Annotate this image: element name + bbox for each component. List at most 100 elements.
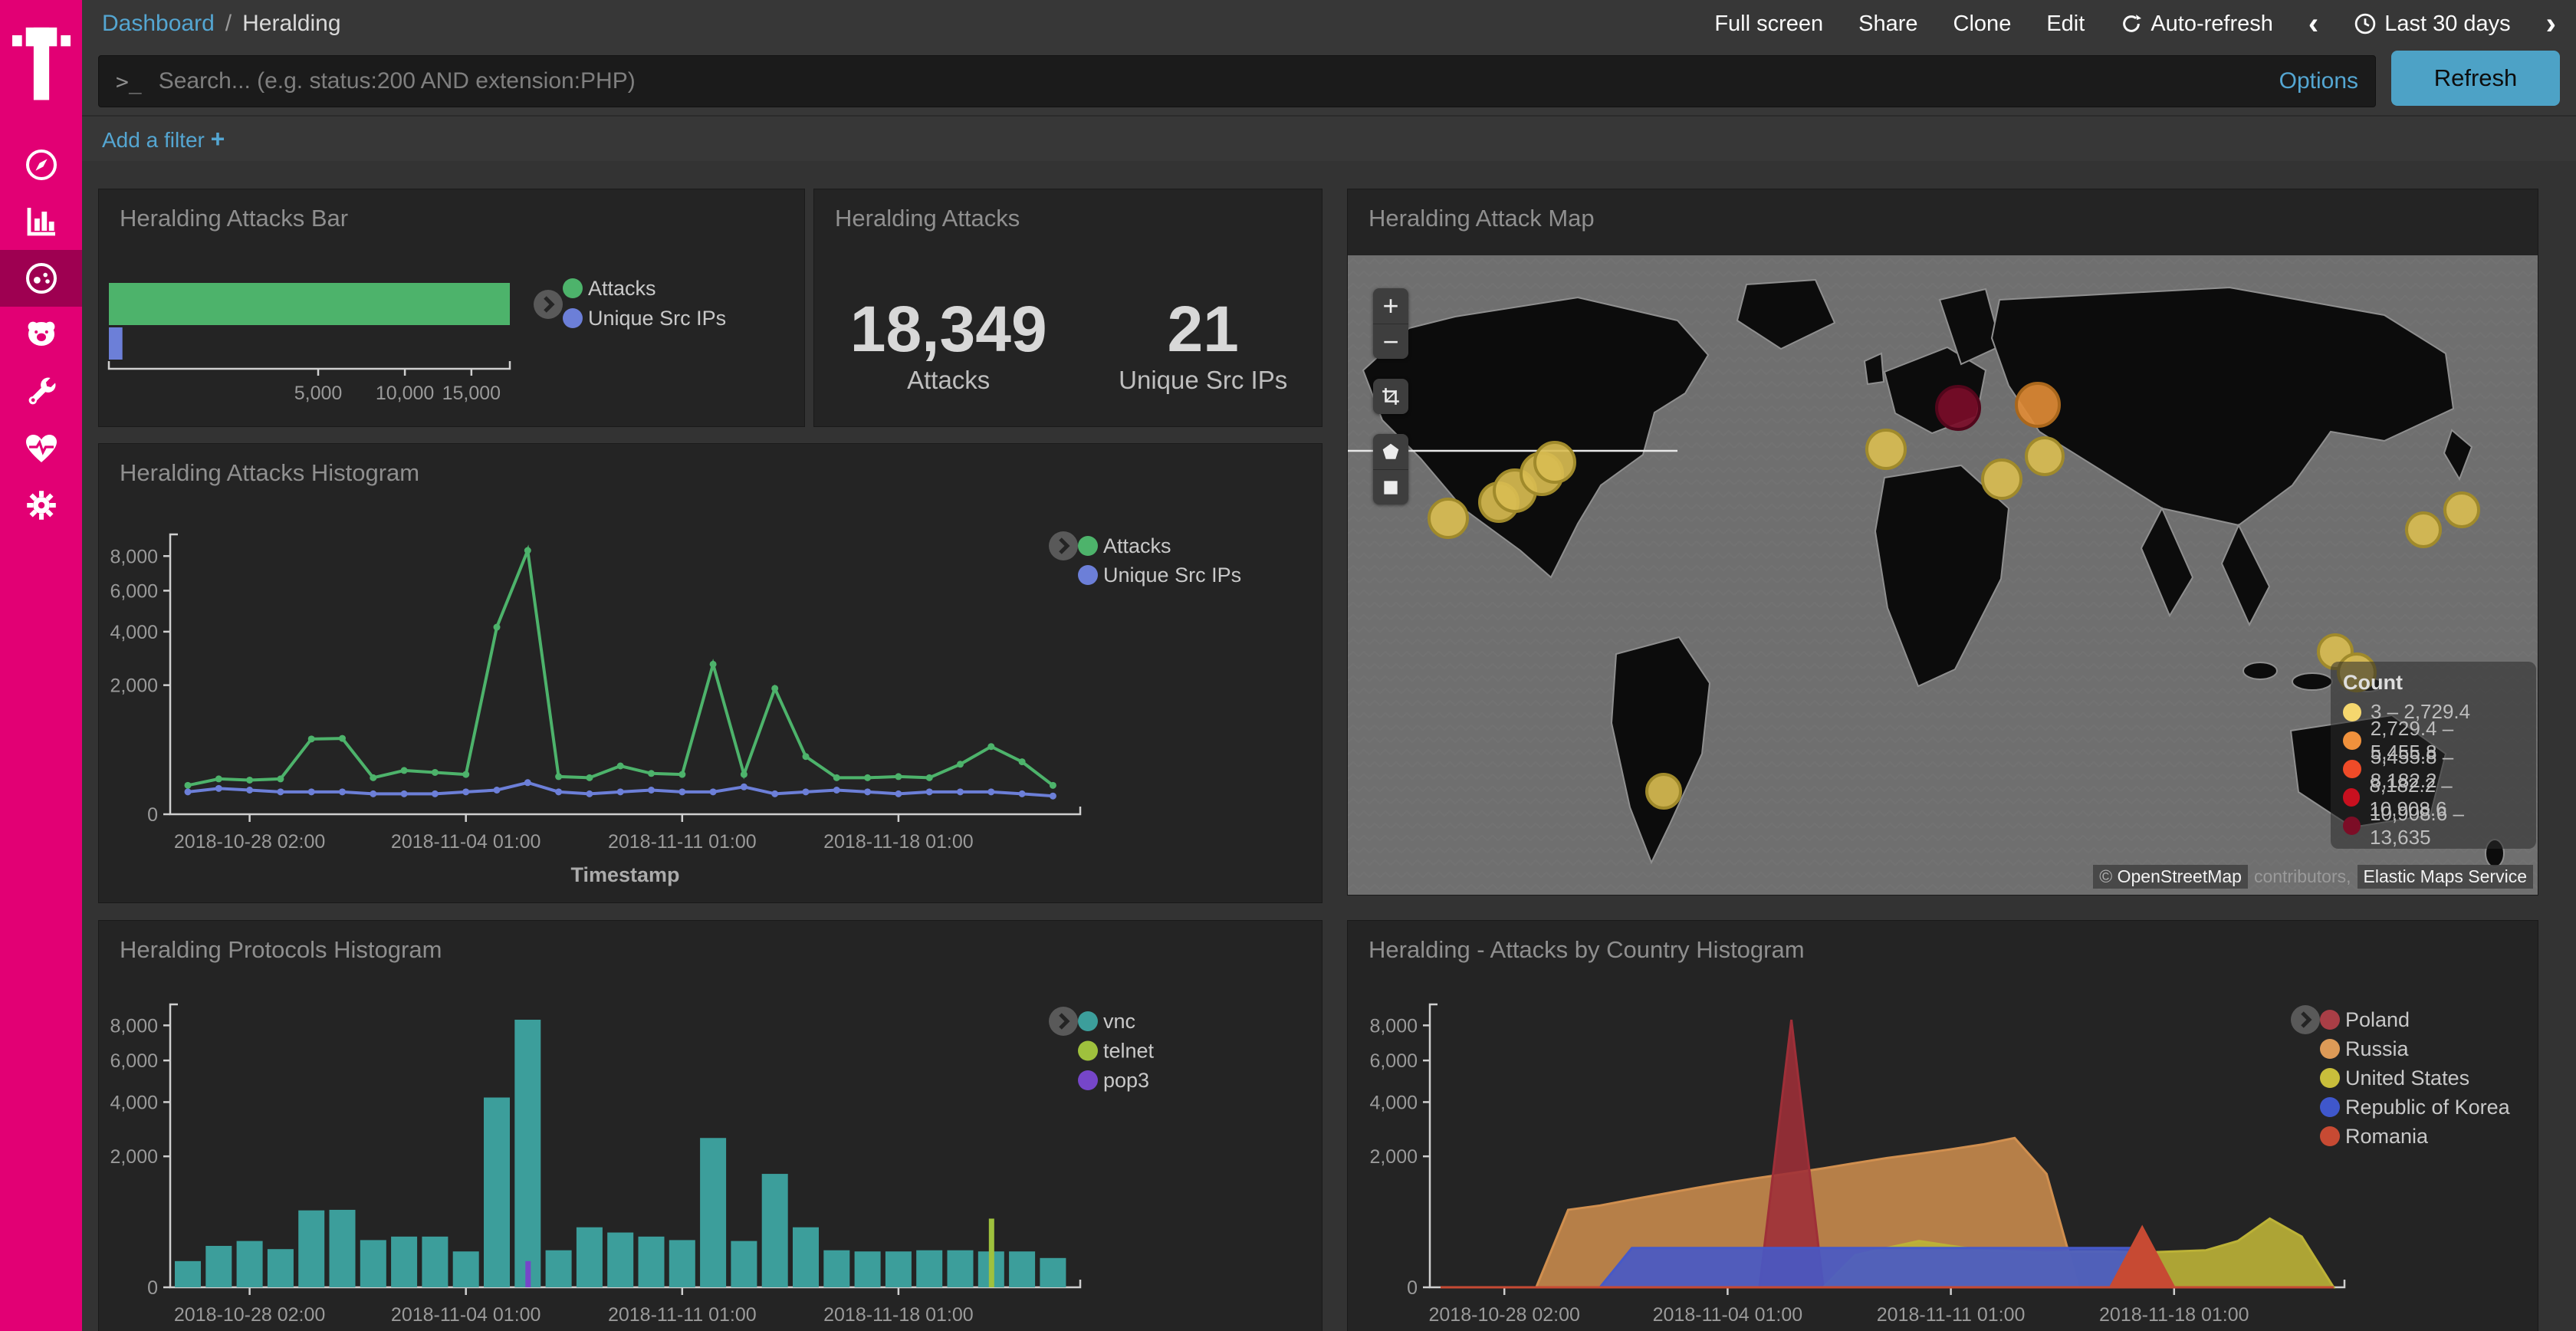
- bar-vnc[interactable]: [855, 1251, 881, 1287]
- bar-vnc[interactable]: [175, 1261, 201, 1287]
- zoom-in-button[interactable]: +: [1373, 288, 1408, 324]
- sidebar-item-visualize[interactable]: [0, 193, 82, 250]
- search-box[interactable]: >_ Options: [98, 55, 2376, 107]
- zoom-out-button[interactable]: −: [1373, 324, 1408, 359]
- bar-Unique Src IPs[interactable]: [109, 327, 123, 360]
- telekom-logo[interactable]: [0, 0, 82, 115]
- bar-vnc[interactable]: [948, 1250, 974, 1287]
- legend-expand-icon[interactable]: [534, 290, 563, 319]
- bar-vnc[interactable]: [762, 1174, 788, 1287]
- legend-dot[interactable]: [1078, 1011, 1098, 1031]
- legend-dot[interactable]: [1078, 1041, 1098, 1061]
- add-filter-link[interactable]: Add a filter +: [102, 125, 225, 153]
- bar-vnc[interactable]: [268, 1249, 294, 1287]
- sidebar-item-monitoring[interactable]: [0, 420, 82, 477]
- sidebar-item-devtools[interactable]: [0, 363, 82, 420]
- bar-vnc[interactable]: [298, 1211, 324, 1287]
- bar-vnc[interactable]: [453, 1251, 479, 1287]
- refresh-button[interactable]: Refresh: [2391, 51, 2560, 106]
- bar-Attacks[interactable]: [109, 283, 510, 325]
- legend-label[interactable]: telnet: [1103, 1040, 1155, 1063]
- legend-label[interactable]: Republic of Korea: [2345, 1096, 2511, 1119]
- bar-pop3[interactable]: [525, 1261, 531, 1287]
- legend-dot[interactable]: [1078, 1070, 1098, 1090]
- legend-dot[interactable]: [563, 308, 583, 328]
- bar-vnc[interactable]: [546, 1250, 572, 1287]
- bar-vnc[interactable]: [237, 1241, 263, 1287]
- map-dot[interactable]: [1867, 430, 1905, 468]
- legend-dot[interactable]: [2320, 1068, 2340, 1088]
- bar-vnc[interactable]: [823, 1250, 849, 1287]
- world-map[interactable]: + −: [1348, 255, 2538, 896]
- series-Attacks[interactable]: [188, 550, 1053, 785]
- bar-vnc[interactable]: [360, 1240, 386, 1287]
- map-dot[interactable]: [1429, 499, 1467, 537]
- legend-dot[interactable]: [2320, 1097, 2340, 1117]
- bar-vnc[interactable]: [1040, 1258, 1066, 1287]
- auto-refresh-button[interactable]: Auto-refresh: [2120, 12, 2273, 37]
- legend-label[interactable]: Unique Src IPs: [1103, 564, 1241, 587]
- bar-vnc[interactable]: [886, 1251, 912, 1287]
- legend-label[interactable]: Poland: [2345, 1008, 2410, 1031]
- bar-vnc[interactable]: [514, 1020, 540, 1287]
- bar-vnc[interactable]: [484, 1097, 510, 1287]
- legend-label[interactable]: Attacks: [588, 277, 656, 300]
- bar-vnc[interactable]: [1009, 1251, 1035, 1287]
- time-range-picker[interactable]: Last 30 days: [2354, 12, 2510, 37]
- sidebar-item-management[interactable]: [0, 477, 82, 534]
- legend-label[interactable]: Attacks: [1103, 534, 1171, 557]
- draw-polygon-button[interactable]: [1373, 434, 1408, 469]
- legend-expand-icon[interactable]: [2291, 1005, 2320, 1034]
- bar-vnc[interactable]: [700, 1138, 726, 1287]
- map-dot[interactable]: [1937, 386, 1980, 429]
- breadcrumb-dashboard-link[interactable]: Dashboard: [102, 11, 215, 37]
- legend-label[interactable]: vnc: [1103, 1010, 1135, 1033]
- bar-vnc[interactable]: [577, 1227, 603, 1287]
- map-dot[interactable]: [1983, 460, 2021, 498]
- clone-button[interactable]: Clone: [1953, 12, 2012, 37]
- legend-dot[interactable]: [1078, 565, 1098, 585]
- draw-rectangle-button[interactable]: [1373, 469, 1408, 504]
- options-link[interactable]: Options: [2279, 68, 2358, 94]
- search-input[interactable]: [159, 68, 2264, 94]
- bar-vnc[interactable]: [916, 1250, 942, 1287]
- bar-vnc[interactable]: [607, 1233, 633, 1287]
- bar-vnc[interactable]: [669, 1240, 695, 1287]
- time-forward-arrow[interactable]: ›: [2546, 8, 2556, 39]
- bar-vnc[interactable]: [639, 1237, 665, 1287]
- sidebar-item-beats[interactable]: [0, 307, 82, 363]
- legend-dot[interactable]: [2320, 1126, 2340, 1146]
- map-dot[interactable]: [2026, 438, 2063, 475]
- map-dot[interactable]: [2445, 493, 2479, 527]
- legend-label[interactable]: pop3: [1103, 1069, 1149, 1092]
- fit-bounds-button[interactable]: [1373, 379, 1408, 414]
- legend-label[interactable]: Unique Src IPs: [588, 307, 726, 330]
- legend-dot[interactable]: [563, 278, 583, 298]
- legend-expand-icon[interactable]: [1049, 1007, 1078, 1036]
- map-dot[interactable]: [1535, 442, 1575, 482]
- map-dot[interactable]: [2016, 383, 2059, 426]
- bar-vnc[interactable]: [731, 1241, 757, 1287]
- bar-vnc[interactable]: [422, 1237, 448, 1287]
- share-button[interactable]: Share: [1858, 12, 1917, 37]
- sidebar-item-dashboard[interactable]: [0, 250, 82, 307]
- ems-attribution[interactable]: Elastic Maps Service: [2358, 865, 2533, 889]
- legend-label[interactable]: Russia: [2345, 1037, 2410, 1060]
- map-dot[interactable]: [2407, 513, 2440, 547]
- bar-vnc[interactable]: [330, 1210, 356, 1287]
- bar-vnc[interactable]: [793, 1227, 819, 1287]
- edit-button[interactable]: Edit: [2046, 12, 2085, 37]
- legend-expand-icon[interactable]: [1049, 531, 1078, 560]
- legend-label[interactable]: Romania: [2345, 1125, 2429, 1148]
- osm-attribution[interactable]: © OpenStreetMap: [2093, 865, 2248, 889]
- full-screen-button[interactable]: Full screen: [1714, 12, 1823, 37]
- bar-vnc[interactable]: [205, 1246, 232, 1287]
- legend-label[interactable]: United States: [2345, 1066, 2469, 1089]
- bar-telnet[interactable]: [989, 1218, 994, 1287]
- map-dot[interactable]: [1647, 774, 1681, 808]
- bar-vnc[interactable]: [391, 1237, 417, 1287]
- sidebar-item-discover[interactable]: [0, 136, 82, 193]
- legend-dot[interactable]: [2320, 1010, 2340, 1030]
- legend-dot[interactable]: [1078, 536, 1098, 556]
- time-back-arrow[interactable]: ‹: [2308, 8, 2318, 39]
